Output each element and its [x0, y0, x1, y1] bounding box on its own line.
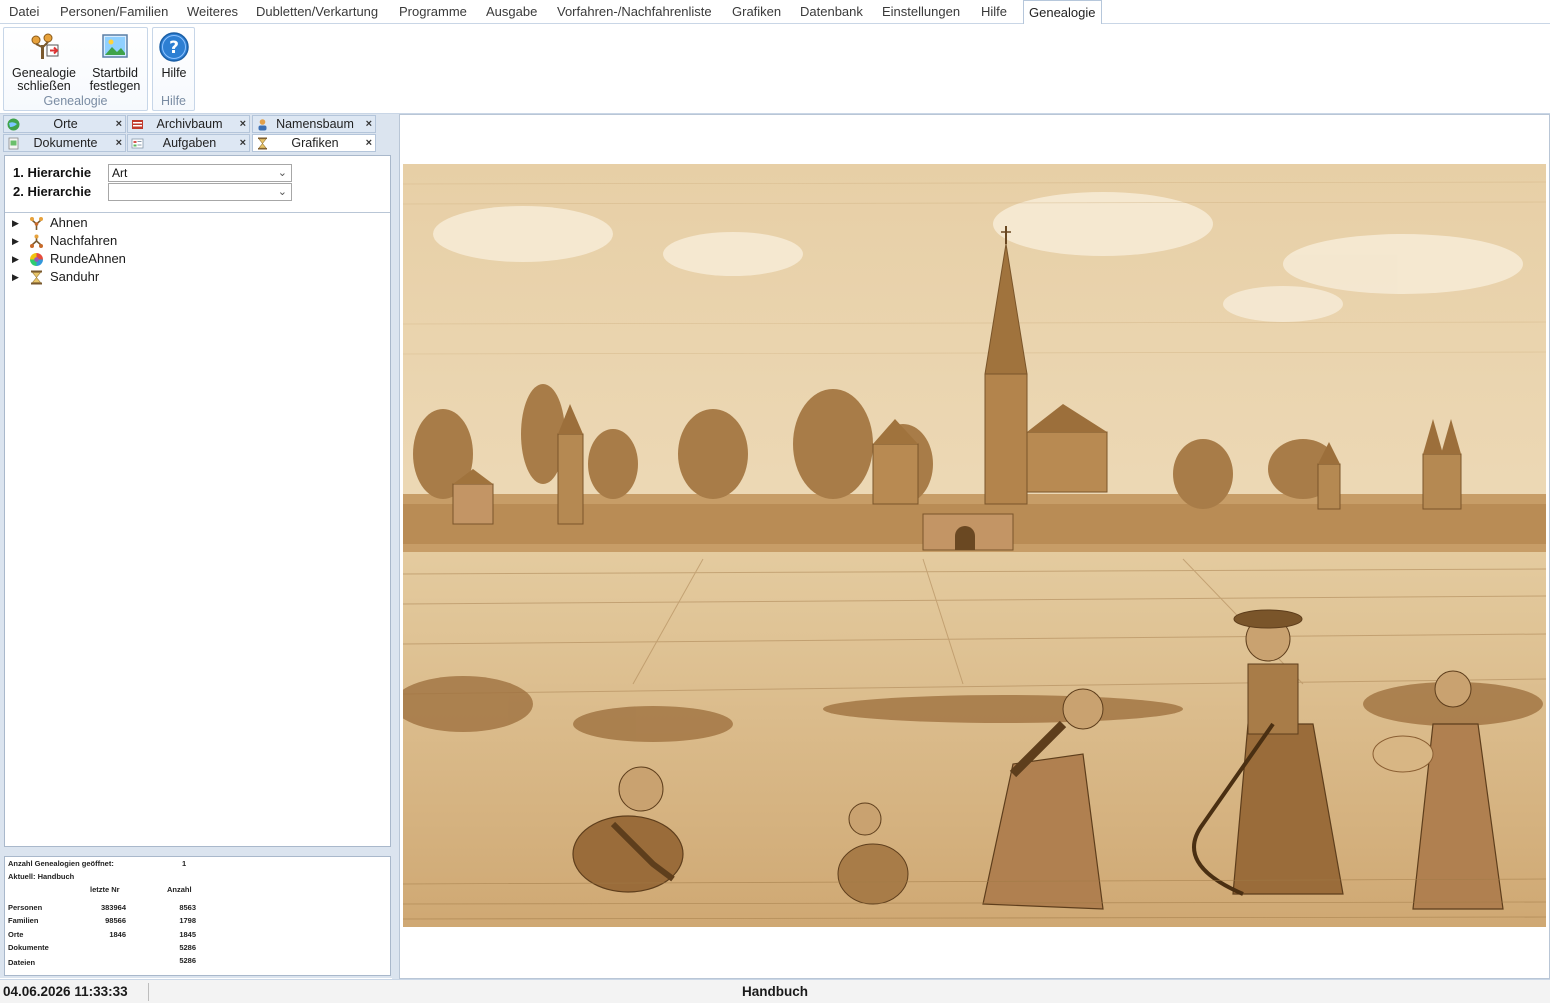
tree-item-rundeahnen-label: RundeAhnen	[50, 251, 126, 266]
graphics-tree: ▶ Ahnen ▶ Nachfahren ▶ RundeAhnen ▶ Sand…	[5, 212, 390, 846]
ribbon-group-genealogie-label: Genealogie	[43, 94, 108, 108]
menu-datei[interactable]: Datei	[9, 0, 39, 24]
ribbon-group-hilfe-label: Hilfe	[160, 94, 186, 108]
stat-row-count: 1798	[179, 916, 196, 925]
tab-archivbaum-close-icon[interactable]: ×	[240, 116, 246, 133]
genealogie-schliessen-button[interactable]: Genealogie schließen	[8, 31, 80, 93]
menu-programme[interactable]: Programme	[399, 0, 467, 24]
tab-orte[interactable]: Orte ×	[3, 115, 126, 133]
tree-item-sanduhr-label: Sanduhr	[50, 269, 100, 284]
hierarchy-2-select[interactable]: ⌄	[108, 183, 292, 201]
stat-row-count: 8563	[179, 903, 196, 912]
tab-dokumente[interactable]: Dokumente ×	[3, 134, 126, 152]
stat-row-count: 1845	[179, 930, 196, 939]
menu-grafiken[interactable]: Grafiken	[732, 0, 781, 24]
globe-icon	[7, 118, 20, 131]
stat-col-count: Anzahl	[167, 885, 192, 894]
menu-einstellungen[interactable]: Einstellungen	[882, 0, 960, 24]
tab-namensbaum-close-icon[interactable]: ×	[366, 116, 372, 133]
vertical-splitter[interactable]	[392, 114, 399, 979]
hourglass-icon	[31, 270, 42, 285]
stat-row-count: 5286	[179, 943, 196, 952]
tab-aufgaben-close-icon[interactable]: ×	[240, 135, 246, 152]
hierarchy-2-label: 2. Hierarchie	[13, 184, 92, 199]
expand-arrow-icon[interactable]: ▶	[12, 214, 19, 232]
horizontal-splitter[interactable]	[4, 848, 391, 858]
stat-col-last: letzte Nr	[90, 885, 120, 894]
stat-row-name: Orte	[8, 930, 24, 939]
tab-dokumente-close-icon[interactable]: ×	[116, 135, 122, 152]
document-icon	[8, 137, 19, 150]
hierarchy-1-label: 1. Hierarchie	[13, 165, 92, 180]
tab-grafiken[interactable]: Grafiken ×	[252, 134, 376, 152]
archive-icon	[132, 120, 143, 129]
ancestors-icon	[30, 217, 43, 230]
picture-icon	[102, 34, 128, 58]
chevron-down-icon: ⌄	[277, 167, 287, 179]
tab-orte-label: Orte	[53, 117, 78, 131]
tab-orte-close-icon[interactable]: ×	[116, 116, 122, 133]
chevron-down-icon: ⌄	[277, 186, 287, 198]
tree-item-ahnen-label: Ahnen	[50, 215, 88, 230]
tab-aufgaben[interactable]: Aufgaben ×	[127, 134, 250, 152]
expand-arrow-icon[interactable]: ▶	[12, 250, 19, 268]
close-genealogy-icon	[31, 33, 59, 59]
person-icon	[258, 119, 267, 131]
menu-genealogie-tab[interactable]: Genealogie	[1023, 0, 1102, 25]
hierarchy-1-select[interactable]: Art ⌄	[108, 164, 292, 182]
hierarchy-panel: 1. Hierarchie Art ⌄ 2. Hierarchie ⌄ ▶ Ah…	[4, 155, 391, 847]
stat-row-name: Familien	[8, 916, 39, 925]
genealogie-schliessen-label-2: schließen	[17, 79, 71, 93]
tree-item-nachfahren-label: Nachfahren	[50, 233, 118, 248]
tab-aufgaben-label: Aufgaben	[162, 136, 217, 150]
descendants-icon	[30, 234, 43, 248]
left-panel: Orte × Archivbaum × Namensbaum × Dokumen…	[0, 114, 396, 978]
stat-row-name: Dateien	[8, 958, 36, 967]
stat-row-last: 383964	[100, 903, 126, 912]
help-icon: ?	[159, 32, 189, 62]
menu-datenbank[interactable]: Datenbank	[800, 0, 863, 24]
menu-personen-familien[interactable]: Personen/Familien	[60, 0, 168, 24]
status-bar: 04.06.2026 11:33:33 Handbuch	[0, 979, 1550, 1003]
startbild-festlegen-button[interactable]: Startbild festlegen	[84, 31, 146, 93]
ribbon-group-genealogie: Genealogie schließen Startbild festlegen…	[3, 27, 148, 111]
fields	[403, 552, 1546, 927]
stat-opened-value: 1	[182, 859, 187, 868]
statistics-panel: Anzahl Genealogien geöffnet: 1 Aktuell: …	[4, 856, 391, 976]
startbild-label-2: festlegen	[89, 79, 141, 93]
tab-archivbaum-label: Archivbaum	[156, 117, 223, 131]
hilfe-button-label: Hilfe	[161, 66, 187, 80]
stat-row-last: 1846	[109, 930, 126, 939]
tab-grafiken-label: Grafiken	[291, 136, 339, 150]
menu-ausgabe[interactable]: Ausgabe	[486, 0, 537, 24]
start-picture	[403, 164, 1546, 927]
hierarchy-1-value: Art	[112, 166, 128, 180]
svg-text:?: ?	[169, 38, 179, 58]
stat-current: Aktuell: Handbuch	[8, 872, 75, 881]
ribbon: Genealogie schließen Startbild festlegen…	[0, 24, 1550, 114]
menu-bar: Datei Personen/Familien Weiteres Dublett…	[0, 0, 1550, 25]
tab-grafiken-close-icon[interactable]: ×	[366, 135, 372, 152]
ribbon-group-hilfe: ? Hilfe Hilfe	[152, 27, 195, 111]
status-database: Handbuch	[742, 984, 808, 999]
tab-archivbaum[interactable]: Archivbaum ×	[127, 115, 250, 133]
stat-opened-label: Anzahl Genealogien geöffnet:	[8, 859, 114, 868]
tasks-icon	[131, 138, 144, 149]
menu-vorfahren-nachfahrenliste[interactable]: Vorfahren-/Nachfahrenliste	[557, 0, 712, 24]
circle-chart-icon	[30, 253, 43, 266]
stat-row-last: 98566	[105, 916, 126, 925]
tab-dokumente-label: Dokumente	[33, 136, 98, 150]
expand-arrow-icon[interactable]: ▶	[12, 268, 19, 286]
menu-hilfe[interactable]: Hilfe	[981, 0, 1007, 24]
hourglass-icon	[258, 137, 267, 150]
stat-row-name: Dokumente	[8, 943, 49, 952]
tab-namensbaum-label: Namensbaum	[276, 117, 354, 131]
tab-namensbaum[interactable]: Namensbaum ×	[252, 115, 376, 133]
hilfe-button[interactable]: ? Hilfe	[156, 31, 192, 80]
menu-weiteres[interactable]: Weiteres	[187, 0, 238, 24]
stat-row-name: Personen	[8, 903, 43, 912]
menu-dubletten-verkartung[interactable]: Dubletten/Verkartung	[256, 0, 378, 24]
stat-row-count: 5286	[179, 956, 196, 965]
expand-arrow-icon[interactable]: ▶	[12, 232, 19, 250]
